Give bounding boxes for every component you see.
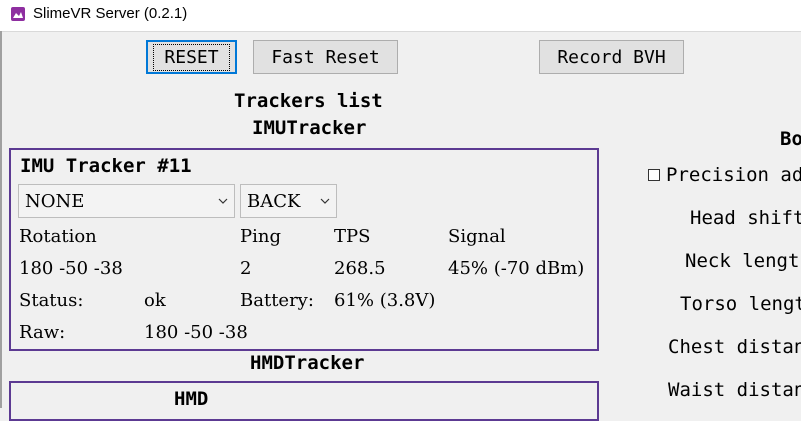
battery-value: 61% (3.8V) xyxy=(334,290,436,311)
slimevr-app-icon xyxy=(11,7,25,21)
mount-select[interactable]: NONE xyxy=(18,184,235,218)
record-bvh-button[interactable]: Record BVH xyxy=(539,40,684,74)
reset-button-label: RESET xyxy=(153,43,230,71)
fast-reset-button[interactable]: Fast Reset xyxy=(253,40,398,74)
status-value: ok xyxy=(144,290,166,311)
hmd-tracker-panel: HMD xyxy=(9,381,599,421)
torso-length-label: Torso lengt xyxy=(680,293,801,315)
trackers-list-title: Trackers list xyxy=(234,90,383,112)
ping-header: Ping xyxy=(240,226,281,247)
raw-label: Raw: xyxy=(19,322,66,343)
raw-value: 180 -50 -38 xyxy=(144,322,248,343)
window-frame-left xyxy=(0,31,2,408)
waist-distance-label: Waist distan xyxy=(668,379,801,401)
neck-length-label: Neck length xyxy=(685,250,801,272)
position-select-value: BACK xyxy=(247,191,301,212)
position-select[interactable]: BACK xyxy=(240,184,337,218)
head-shift-label: Head shift xyxy=(690,207,801,229)
battery-label: Battery: xyxy=(240,290,314,311)
hmd-tracker-name: HMD xyxy=(174,388,209,410)
mount-select-value: NONE xyxy=(25,191,85,212)
body-config-title: Bo xyxy=(780,128,801,150)
signal-header: Signal xyxy=(448,226,506,247)
window-title: SlimeVR Server (0.2.1) xyxy=(33,5,188,22)
precision-checkbox[interactable] xyxy=(648,169,660,181)
window-titlebar: SlimeVR Server (0.2.1) xyxy=(0,0,801,32)
rotation-value: 180 -50 -38 xyxy=(19,258,123,279)
tps-header: TPS xyxy=(334,226,371,247)
signal-value: 45% (-70 dBm) xyxy=(448,258,585,279)
imu-tracker-panel: IMU Tracker #11 NONE BACK Rotation Ping … xyxy=(9,148,599,351)
reset-button[interactable]: RESET xyxy=(146,40,237,74)
tps-value: 268.5 xyxy=(334,258,386,279)
body-config-panel: Bo Precision adj Head shift Neck length … xyxy=(600,80,801,408)
ping-value: 2 xyxy=(240,258,252,279)
imu-section-title: IMUTracker xyxy=(252,117,367,139)
status-label: Status: xyxy=(19,290,84,311)
chest-distance-label: Chest distan xyxy=(668,336,801,358)
rotation-header: Rotation xyxy=(19,226,97,247)
chevron-down-icon xyxy=(218,198,228,204)
hmd-section-title: HMDTracker xyxy=(250,352,365,374)
tracker-name: IMU Tracker #11 xyxy=(20,155,192,177)
chevron-down-icon xyxy=(320,198,330,204)
precision-label: Precision adj xyxy=(666,164,801,186)
